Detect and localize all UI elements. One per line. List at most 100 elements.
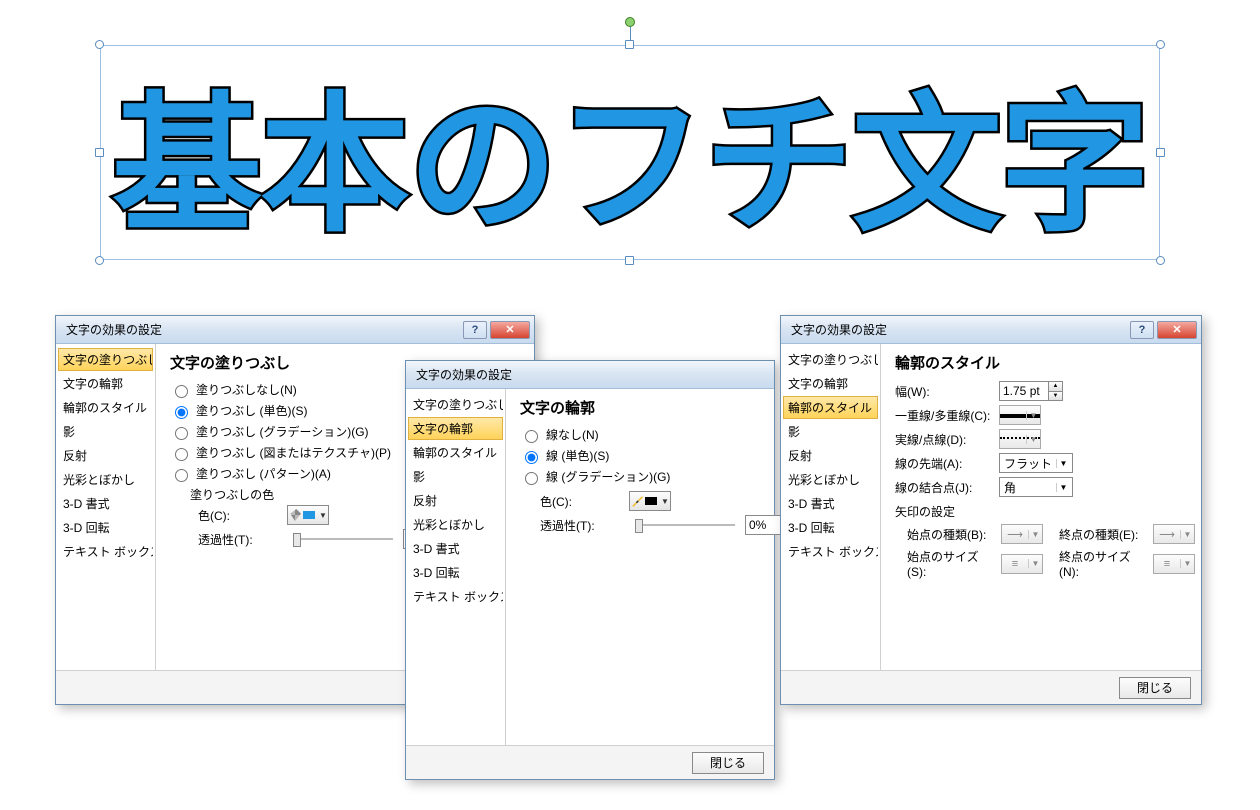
sidebar-item-3d-rotation[interactable]: 3-D 回転	[58, 516, 153, 539]
sidebar-item-textbox[interactable]: テキスト ボックス	[58, 540, 153, 563]
chevron-down-icon: ▼	[1028, 559, 1042, 568]
radio-solid-line[interactable]: 線 (単色)(S)	[520, 447, 809, 464]
help-button[interactable]: ?	[463, 321, 487, 339]
begin-type-label: 始点の種類(B):	[907, 526, 997, 543]
sidebar-item-3d-rotation[interactable]: 3-D 回転	[408, 561, 503, 584]
chevron-down-icon: ▼	[1180, 530, 1194, 539]
arrow-end-icon: ⟶	[1154, 528, 1180, 541]
rotation-handle[interactable]	[625, 17, 635, 27]
outline-color-button[interactable]: ▼	[629, 491, 671, 511]
help-button[interactable]: ?	[1130, 321, 1154, 339]
close-icon[interactable]: ✕	[490, 321, 530, 339]
dialog-content: 文字の輪郭 線なし(N) 線 (単色)(S) 線 (グラデーション)(G) 色(…	[506, 389, 823, 745]
chevron-down-icon: ▼	[1026, 435, 1040, 444]
chevron-down-icon: ▼	[1180, 559, 1194, 568]
sidebar-item-reflection[interactable]: 反射	[58, 444, 153, 467]
sidebar: 文字の塗りつぶし 文字の輪郭 輪郭のスタイル 影 反射 光彩とぼかし 3-D 書…	[781, 344, 881, 670]
radio-no-line[interactable]: 線なし(N)	[520, 426, 809, 443]
cap-label: 線の先端(A):	[895, 455, 995, 472]
sidebar-item-text-fill[interactable]: 文字の塗りつぶし	[408, 393, 503, 416]
arrow-begin-icon: ⟶	[1002, 528, 1028, 541]
sidebar-item-text-outline[interactable]: 文字の輪郭	[58, 372, 153, 395]
close-button[interactable]: 閉じる	[692, 752, 764, 774]
arrows-heading: 矢印の設定	[895, 503, 1195, 520]
titlebar[interactable]: 文字の効果の設定	[406, 361, 774, 389]
sidebar-item-outline-style[interactable]: 輪郭のスタイル	[408, 441, 503, 464]
sidebar-item-reflection[interactable]: 反射	[783, 444, 878, 467]
join-label: 線の結合点(J):	[895, 479, 995, 496]
radio-gradient-line[interactable]: 線 (グラデーション)(G)	[520, 468, 809, 485]
sidebar-item-text-outline[interactable]: 文字の輪郭	[783, 372, 878, 395]
outline-swatch	[645, 497, 657, 505]
sidebar-item-glow[interactable]: 光彩とぼかし	[408, 513, 503, 536]
chevron-down-icon: ▼	[1056, 483, 1070, 492]
compound-type-combo[interactable]: ▼	[999, 405, 1041, 425]
sidebar-item-textbox[interactable]: テキスト ボックス	[783, 540, 878, 563]
compound-label: 一重線/多重線(C):	[895, 407, 995, 424]
sidebar-item-3d-format[interactable]: 3-D 書式	[408, 537, 503, 560]
sidebar-item-outline-style[interactable]: 輪郭のスタイル	[58, 396, 153, 419]
dash-label: 実線/点線(D):	[895, 431, 995, 448]
titlebar[interactable]: 文字の効果の設定 ? ✕	[56, 316, 534, 344]
join-type-combo[interactable]: 角 ▼	[999, 477, 1073, 497]
width-label: 幅(W):	[895, 383, 995, 400]
sidebar-item-reflection[interactable]: 反射	[408, 489, 503, 512]
section-title: 輪郭のスタイル	[895, 352, 1195, 373]
transparency-slider[interactable]	[635, 517, 735, 533]
chevron-down-icon: ▼	[1026, 411, 1040, 420]
close-button[interactable]: 閉じる	[1119, 677, 1191, 699]
transparency-label: 透過性(T):	[198, 531, 283, 548]
sidebar-item-shadow[interactable]: 影	[408, 465, 503, 488]
sidebar-item-3d-format[interactable]: 3-D 書式	[783, 492, 878, 515]
bucket-icon	[289, 509, 301, 521]
fill-swatch	[303, 511, 315, 519]
sidebar-item-text-fill[interactable]: 文字の塗りつぶし	[58, 348, 153, 371]
wordart-object[interactable]: 基本のフチ文字	[100, 45, 1160, 260]
spinner-up-icon[interactable]: ▲	[1048, 382, 1062, 392]
chevron-down-icon: ▼	[1028, 530, 1042, 539]
transparency-slider[interactable]	[293, 531, 393, 547]
dash-type-combo[interactable]: ▼	[999, 429, 1041, 449]
begin-arrow-size[interactable]: ≡▼	[1001, 554, 1043, 574]
sidebar-item-shadow[interactable]: 影	[58, 420, 153, 443]
end-size-label: 終点のサイズ(N):	[1059, 548, 1149, 579]
end-type-label: 終点の種類(E):	[1059, 526, 1149, 543]
dialog-title: 文字の効果の設定	[66, 321, 460, 338]
close-icon[interactable]: ✕	[1157, 321, 1197, 339]
fill-color-button[interactable]: ▼	[287, 505, 329, 525]
chevron-down-icon: ▼	[661, 497, 669, 506]
end-arrow-type[interactable]: ⟶▼	[1153, 524, 1195, 544]
dialog-title: 文字の効果の設定	[791, 321, 1127, 338]
color-label: 色(C):	[540, 493, 625, 510]
cap-type-combo[interactable]: フラット ▼	[999, 453, 1073, 473]
arrow-begin-size-icon: ≡	[1002, 558, 1028, 570]
sidebar-item-text-outline[interactable]: 文字の輪郭	[408, 417, 503, 440]
dialog-outline-style[interactable]: 文字の効果の設定 ? ✕ 文字の塗りつぶし 文字の輪郭 輪郭のスタイル 影 反射…	[780, 315, 1202, 705]
arrow-end-size-icon: ≡	[1154, 558, 1180, 570]
dialog-content: 輪郭のスタイル 幅(W): ▲▼ 一重線/多重線(C): ▼ 実線/点線(D):	[881, 344, 1209, 670]
sidebar-item-textbox[interactable]: テキスト ボックス	[408, 585, 503, 608]
chevron-down-icon: ▼	[319, 511, 327, 520]
sidebar-item-outline-style[interactable]: 輪郭のスタイル	[783, 396, 878, 419]
begin-size-label: 始点のサイズ(S):	[907, 548, 997, 579]
dialog-text-outline[interactable]: 文字の効果の設定 文字の塗りつぶし 文字の輪郭 輪郭のスタイル 影 反射 光彩と…	[405, 360, 775, 780]
begin-arrow-type[interactable]: ⟶▼	[1001, 524, 1043, 544]
sidebar-item-3d-rotation[interactable]: 3-D 回転	[783, 516, 878, 539]
wordart-text[interactable]: 基本のフチ文字	[100, 45, 1160, 260]
end-arrow-size[interactable]: ≡▼	[1153, 554, 1195, 574]
chevron-down-icon: ▼	[1056, 459, 1070, 468]
spinner-down-icon[interactable]: ▼	[1048, 392, 1062, 401]
sidebar-item-shadow[interactable]: 影	[783, 420, 878, 443]
sidebar-item-glow[interactable]: 光彩とぼかし	[783, 468, 878, 491]
titlebar[interactable]: 文字の効果の設定 ? ✕	[781, 316, 1201, 344]
sidebar-item-3d-format[interactable]: 3-D 書式	[58, 492, 153, 515]
dialog-footer: 閉じる	[781, 670, 1201, 704]
pencil-icon	[631, 495, 643, 507]
sidebar: 文字の塗りつぶし 文字の輪郭 輪郭のスタイル 影 反射 光彩とぼかし 3-D 書…	[56, 344, 156, 670]
sidebar-item-text-fill[interactable]: 文字の塗りつぶし	[783, 348, 878, 371]
dialog-footer: 閉じる	[406, 745, 774, 779]
transparency-label: 透過性(T):	[540, 517, 625, 534]
sidebar-item-glow[interactable]: 光彩とぼかし	[58, 468, 153, 491]
width-spinner[interactable]: ▲▼	[999, 381, 1063, 401]
dialog-title: 文字の効果の設定	[416, 366, 770, 383]
